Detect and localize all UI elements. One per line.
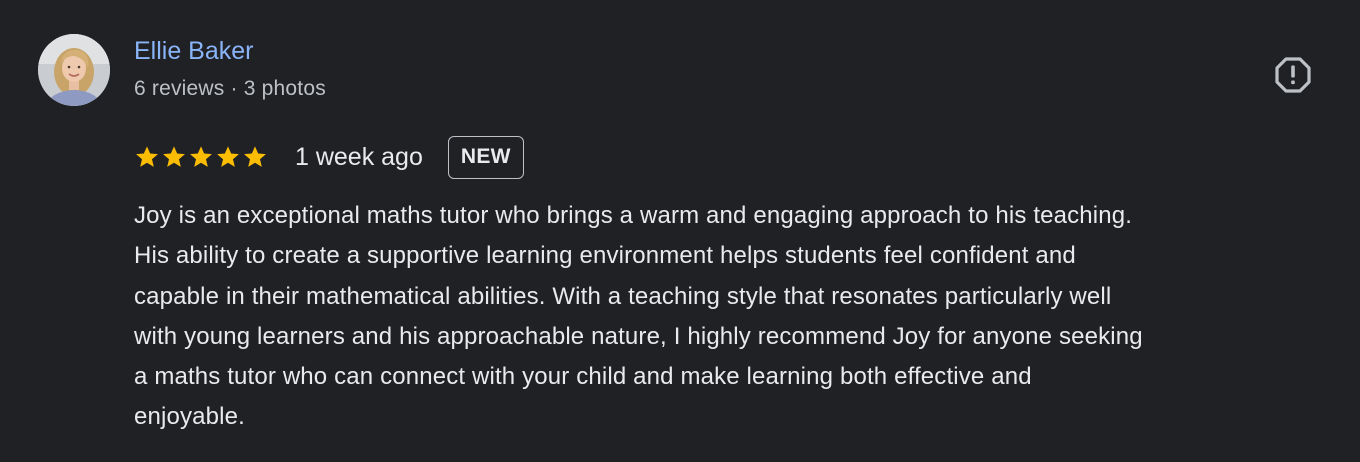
review-text-line: a maths tutor who can connect with your … [134,363,1032,391]
report-icon [1275,57,1311,93]
author-meta: 6 reviews · 3 photos [134,77,326,100]
review-text-line: His ability to create a supportive learn… [134,242,1076,270]
review-text-line: capable in their mathematical abilities.… [134,282,1112,310]
author-name-link[interactable]: Ellie Baker [134,37,254,66]
star-icon [190,146,212,167]
star-icon [244,146,266,167]
rating-row: 1 week ago NEW [134,134,524,180]
new-badge: NEW [447,135,524,179]
review-text: Joy is an exceptional maths tutor who br… [134,196,1334,438]
review-card: Ellie Baker 6 reviews · 3 photos 1 week … [0,0,1360,462]
star-icon [163,146,185,167]
review-text-line: Joy is an exceptional maths tutor who br… [134,202,1133,229]
star-icon [136,146,158,167]
star-rating [134,144,268,170]
avatar-photo [38,34,110,106]
star-icon [217,146,239,167]
review-text-line: enjoyable. [134,403,245,431]
report-button[interactable] [1270,52,1316,98]
review-time: 1 week ago [295,142,423,171]
review-text-line: with young learners and his approachable… [134,322,1143,350]
author-avatar[interactable] [38,34,110,106]
